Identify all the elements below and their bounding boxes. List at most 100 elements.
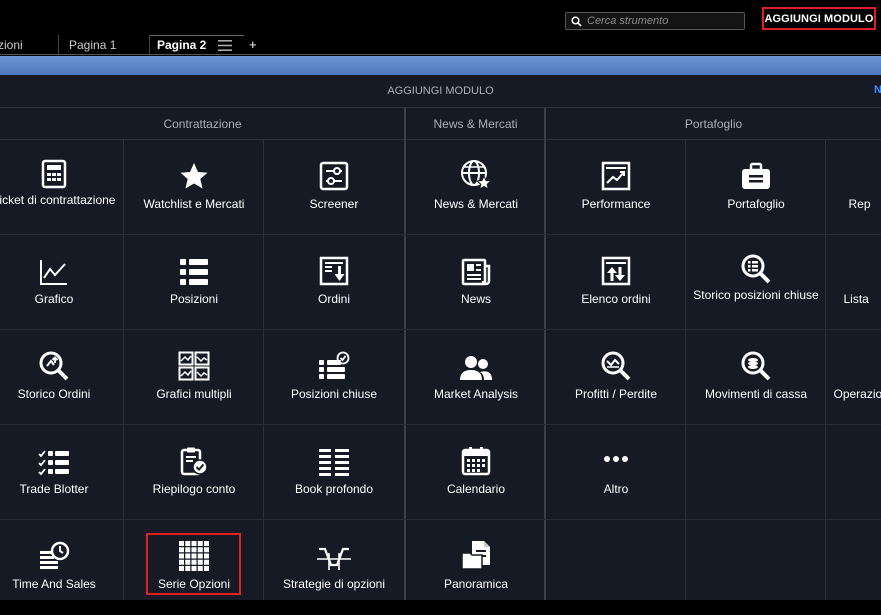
search-input[interactable] [587, 15, 737, 27]
closed-positions-icon [318, 351, 350, 381]
module-rep[interactable]: Rep [826, 140, 881, 235]
tab-posizioni[interactable]: zioni [0, 35, 59, 55]
list-icon [179, 258, 209, 286]
search-history-icon [39, 351, 69, 381]
module-label: Strategie di opzioni [269, 577, 399, 591]
module-label: News & Mercati [411, 197, 541, 211]
sort-orders-icon [601, 256, 631, 286]
page-tabs: zioni Pagina 1 Pagina 2 + [0, 35, 258, 55]
tab-label: Pagina 1 [69, 38, 116, 52]
section-title: Portafoglio [685, 117, 742, 131]
module-label: Rep [814, 197, 881, 211]
module-profitti-perdite[interactable]: Profitti / Perdite [546, 330, 686, 425]
module-label: Panoramica [411, 577, 541, 591]
module-grafici-multipli[interactable]: Grafici multipli [124, 330, 264, 425]
calendar-icon [461, 446, 491, 476]
module-operazioni[interactable]: Operazio [826, 330, 881, 425]
module-label: Riepilogo conto [129, 482, 259, 496]
module-portafoglio[interactable]: Portafoglio [686, 140, 826, 235]
module-label: Book profondo [269, 482, 399, 496]
tab-pagina-2[interactable]: Pagina 2 [150, 35, 244, 55]
screener-icon [319, 161, 349, 191]
module-label: Posizioni chiuse [269, 387, 399, 401]
section-news: News & Mercati [406, 108, 545, 140]
module-riepilogo-conto[interactable]: Riepilogo conto [124, 425, 264, 520]
highlight-box [146, 533, 241, 595]
module-altro[interactable]: Altro [546, 425, 686, 520]
module-screener[interactable]: Screener [264, 140, 404, 235]
module-label: Portafoglio [691, 197, 821, 211]
star-icon [179, 161, 209, 191]
users-icon [460, 355, 492, 381]
search-icon [571, 16, 582, 27]
module-label: Ordini [269, 292, 399, 306]
add-module-panel: AGGIUNGI MODULO N Contrattazione News & … [0, 75, 881, 600]
module-posizioni[interactable]: Posizioni [124, 235, 264, 330]
tab-divider [0, 54, 881, 55]
tab-pagina-1[interactable]: Pagina 1 [59, 35, 150, 55]
module-label: Lista [819, 292, 881, 306]
module-label: Altro [551, 482, 681, 496]
module-market-analysis[interactable]: Market Analysis [406, 330, 546, 425]
module-storico-posizioni[interactable]: Storico posizioni chiuse [686, 235, 826, 330]
module-label: Profitti / Perdite [551, 387, 681, 401]
module-label: Trade Blotter [0, 482, 119, 496]
newspaper-icon [461, 258, 491, 286]
module-label: Posizioni [129, 292, 259, 306]
module-posizioni-chiuse[interactable]: Posizioni chiuse [264, 330, 404, 425]
module-label: Movimenti di cassa [691, 387, 821, 401]
module-label: Storico posizioni chiuse [691, 288, 821, 302]
panel-title: AGGIUNGI MODULO [387, 85, 493, 97]
module-time-sales[interactable]: Time And Sales [0, 520, 124, 615]
section-portafoglio: Portafoglio [546, 108, 881, 140]
module-label: Elenco ordini [551, 292, 681, 306]
globe-star-icon [460, 159, 492, 191]
module-movimenti-cassa[interactable]: Movimenti di cassa [686, 330, 826, 425]
module-ordini[interactable]: Ordini [264, 235, 404, 330]
add-tab-button[interactable]: + [244, 35, 258, 55]
module-grafico[interactable]: Grafico [0, 235, 124, 330]
module-label: News [411, 292, 541, 306]
module-label: Ticket di contrattazione [0, 193, 119, 207]
module-storico-ordini[interactable]: Storico Ordini [0, 330, 124, 425]
orders-icon [319, 256, 349, 286]
performance-chart-icon [601, 161, 631, 191]
module-ticket[interactable]: Ticket di contrattazione [0, 140, 124, 235]
module-label: Grafico [0, 292, 119, 306]
module-trade-blotter[interactable]: Trade Blotter [0, 425, 124, 520]
add-module-button[interactable]: AGGIUNGI MODULO [762, 7, 876, 30]
module-panoramica[interactable]: Panoramica [406, 520, 546, 615]
module-label: Storico Ordini [0, 387, 119, 401]
module-calendario[interactable]: Calendario [406, 425, 546, 520]
module-label: Operazio [829, 387, 881, 401]
panel-next-link[interactable]: N [874, 84, 881, 96]
profit-loss-icon [601, 351, 631, 381]
module-label: Market Analysis [411, 387, 541, 401]
module-label: Time And Sales [0, 577, 119, 591]
tab-label: zioni [0, 38, 23, 52]
depth-book-icon [318, 448, 350, 476]
module-label: Performance [551, 197, 681, 211]
overview-docs-icon [460, 539, 492, 571]
module-watchlist[interactable]: Watchlist e Mercati [124, 140, 264, 235]
search-list-icon [741, 254, 771, 284]
module-elenco-ordini[interactable]: Elenco ordini [546, 235, 686, 330]
more-dots-icon [603, 455, 629, 463]
module-lista[interactable]: Lista [826, 235, 881, 330]
module-label: Grafici multipli [129, 387, 259, 401]
search-box[interactable] [565, 12, 745, 30]
strategy-payoff-icon [317, 545, 351, 571]
ticket-icon [39, 159, 69, 189]
checklist-icon [38, 450, 70, 476]
module-news[interactable]: News [406, 235, 546, 330]
module-label: Watchlist e Mercati [129, 197, 259, 211]
panel-header: AGGIUNGI MODULO N [0, 75, 881, 108]
module-news-mercati[interactable]: News & Mercati [406, 140, 546, 235]
module-performance[interactable]: Performance [546, 140, 686, 235]
clipboard-check-icon [179, 446, 209, 476]
module-book-profondo[interactable]: Book profondo [264, 425, 404, 520]
module-strategie-opzioni[interactable]: Strategie di opzioni [264, 520, 404, 615]
section-contrattazione: Contrattazione [0, 108, 405, 140]
module-label: Screener [269, 197, 399, 211]
hamburger-menu-icon[interactable] [218, 40, 232, 51]
